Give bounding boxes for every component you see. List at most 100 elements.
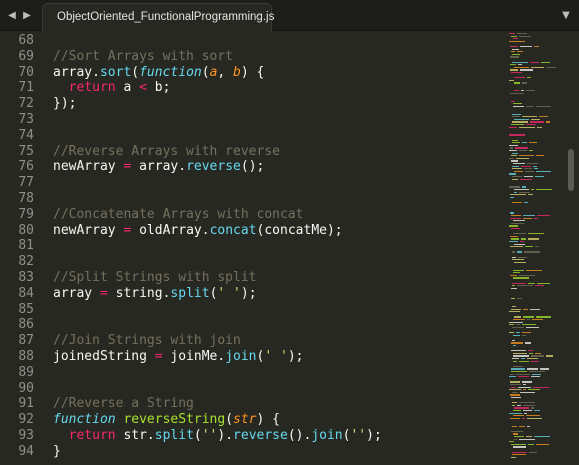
tab-file[interactable]: ObjectOriented_FunctionalProgramming.js …: [42, 3, 274, 31]
code-line[interactable]: [42, 191, 502, 207]
minimap-line: [514, 82, 520, 84]
minimap-line: [519, 274, 535, 277]
minimap-line: [536, 189, 552, 191]
code-line[interactable]: [42, 33, 502, 49]
minimap-line: [519, 155, 534, 157]
minimap-line: [524, 168, 532, 170]
minimap-line: [510, 235, 518, 238]
line-number: 83: [18, 269, 34, 285]
minimap-line: [513, 360, 517, 362]
minimap-line: [533, 386, 549, 388]
minimap-line: [528, 238, 539, 240]
line-number: 92: [18, 412, 34, 428]
code-line[interactable]: array.sort(function(a, b) {: [42, 65, 502, 81]
minimap-line: [519, 360, 529, 362]
minimap-line: [535, 352, 541, 355]
minimap-line: [509, 311, 520, 313]
minimap-line: [521, 165, 531, 167]
scrollbar-thumb[interactable]: [568, 149, 574, 191]
minimap[interactable]: [505, 31, 563, 465]
code-line[interactable]: }: [42, 444, 502, 460]
code-line[interactable]: [42, 365, 502, 381]
code-line[interactable]: //Sort Arrays with sort: [42, 49, 502, 65]
minimap-line: [531, 376, 540, 378]
code-line[interactable]: [42, 302, 502, 318]
minimap-line: [512, 53, 520, 56]
minimap-line: [532, 373, 541, 375]
minimap-line: [511, 124, 524, 126]
code-line[interactable]: newArray = oldArray.concat(concatMe);: [42, 223, 502, 239]
code-line[interactable]: //Join Strings with join: [42, 333, 502, 349]
code-line[interactable]: [42, 317, 502, 333]
minimap-line: [517, 33, 527, 35]
minimap-line: [513, 163, 525, 165]
minimap-line: [513, 410, 521, 412]
minimap-line: [512, 113, 521, 115]
minimap-line: [522, 332, 531, 334]
minimap-line: [511, 160, 518, 162]
code-line[interactable]: return a < b;: [42, 80, 502, 96]
minimap-line: [526, 269, 542, 271]
back-arrow-icon[interactable]: ◀: [5, 0, 19, 31]
minimap-line: [509, 33, 515, 35]
tab-bar: ◀ ▶ ObjectOriented_FunctionalProgramming…: [0, 0, 579, 31]
line-number: 72: [18, 96, 34, 112]
line-number: 78: [18, 190, 34, 206]
minimap-line: [522, 82, 527, 84]
code-line[interactable]: [42, 128, 502, 144]
minimap-line: [534, 217, 538, 219]
minimap-line: [512, 326, 524, 329]
code-line[interactable]: [42, 381, 502, 397]
minimap-line: [510, 417, 520, 420]
minimap-line: [513, 220, 525, 222]
minimap-line: [524, 176, 533, 178]
minimap-line: [512, 251, 515, 253]
code-line[interactable]: joinedString = joinMe.join(' ');: [42, 349, 502, 365]
minimap-line: [509, 332, 514, 334]
minimap-line: [512, 259, 524, 261]
code-line[interactable]: //Split Strings with split: [42, 270, 502, 286]
close-icon[interactable]: ×: [253, 4, 261, 31]
forward-arrow-icon[interactable]: ▶: [20, 0, 34, 31]
code-line[interactable]: return str.split('').reverse().join('');: [42, 428, 502, 444]
minimap-line: [509, 241, 518, 243]
minimap-line: [527, 77, 531, 79]
code-line[interactable]: [42, 175, 502, 191]
minimap-line: [520, 46, 532, 48]
minimap-line: [534, 46, 539, 48]
code-line[interactable]: [42, 238, 502, 254]
minimap-line: [514, 90, 519, 92]
code-line[interactable]: //Reverse Arrays with reverse: [42, 144, 502, 160]
tab-menu-icon[interactable]: ▼: [559, 0, 573, 31]
minimap-line: [520, 391, 535, 394]
minimap-line: [509, 376, 516, 378]
code-line[interactable]: array = string.split(' ');: [42, 286, 502, 302]
minimap-line: [509, 173, 516, 175]
minimap-line: [509, 412, 522, 414]
minimap-line: [514, 243, 525, 245]
minimap-line: [509, 324, 514, 326]
minimap-line: [515, 147, 528, 149]
code-line[interactable]: //Concatenate Arrays with concat: [42, 207, 502, 223]
minimap-line: [512, 256, 516, 258]
vertical-scrollbar[interactable]: [563, 31, 579, 465]
minimap-line: [510, 373, 514, 375]
code-line[interactable]: [42, 112, 502, 128]
minimap-line: [531, 360, 539, 362]
minimap-line: [512, 306, 516, 308]
minimap-line: [536, 443, 549, 446]
code-area[interactable]: //Sort Arrays with sort array.sort(functi…: [42, 31, 502, 465]
code-line[interactable]: newArray = array.reverse();: [42, 159, 502, 175]
minimap-line: [517, 285, 533, 287]
minimap-line: [527, 319, 530, 321]
code-line[interactable]: //Reverse a String: [42, 396, 502, 412]
code-line[interactable]: function reverseString(str) {: [42, 412, 502, 428]
minimap-line: [516, 157, 529, 160]
line-number: 69: [18, 48, 34, 64]
minimap-line: [525, 246, 533, 248]
minimap-line: [531, 118, 540, 121]
minimap-line: [519, 425, 525, 427]
code-line[interactable]: [42, 254, 502, 270]
code-line[interactable]: });: [42, 96, 502, 112]
line-number: 93: [18, 427, 34, 443]
